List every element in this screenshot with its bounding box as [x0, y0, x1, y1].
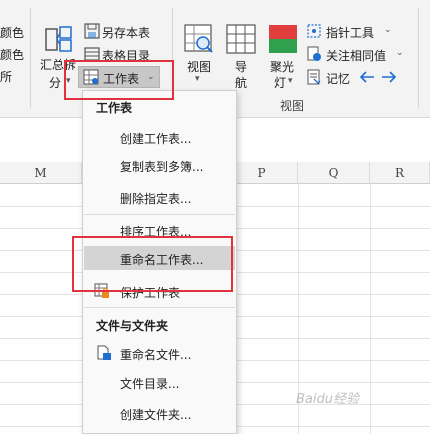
memory-button[interactable]: 记忆	[306, 68, 354, 88]
nav-icon	[226, 24, 256, 54]
chevron-down-icon: ⌄	[396, 48, 404, 58]
ribbon-left-label-2: 颜色	[0, 48, 25, 62]
memory-icon	[307, 69, 321, 85]
menu-separator	[84, 307, 235, 308]
menu-item-rename-files[interactable]: 重命名文件...	[84, 341, 235, 365]
menu-item-delete-sheets[interactable]: 删除指定表...	[84, 185, 235, 209]
highlight-box-rename-worksheet	[72, 236, 233, 292]
menu-item-create-folder[interactable]: 创建文件夹...	[84, 401, 235, 425]
spotlight-icon	[269, 25, 297, 53]
summary-split-icon	[45, 26, 72, 52]
nav-button[interactable]: 导 航	[224, 22, 258, 90]
spotlight-button[interactable]: 聚光 灯 ▾	[266, 22, 300, 90]
chevron-down-icon: ▾	[195, 74, 200, 84]
arrow-right-icon[interactable]	[380, 69, 398, 85]
menu-item-label: 复制表到多簿...	[120, 160, 204, 174]
menu-item-label: 创建文件夹...	[120, 408, 192, 422]
arrow-left-icon[interactable]	[358, 69, 376, 85]
view-button-label: 视图	[187, 60, 212, 74]
nav-label-top: 导	[235, 60, 248, 74]
view-button[interactable]: 视图 ▾	[182, 22, 216, 86]
save-sheet-button[interactable]: 另存本表	[84, 22, 158, 42]
menu-section-title-worksheet: 工作表	[96, 101, 133, 115]
save-sheet-icon	[84, 23, 100, 39]
menu-item-create-worksheet[interactable]: 创建工作表...	[84, 125, 235, 149]
summary-split-label-bottom: 分	[49, 76, 62, 90]
menu-item-copy-to-workbooks[interactable]: 复制表到多簿...	[84, 153, 235, 177]
menu-item-label: 重命名文件...	[120, 348, 192, 362]
save-sheet-label: 另存本表	[102, 26, 151, 40]
menu-item-label: 创建工作表...	[120, 132, 192, 146]
menu-section-title-files: 文件与文件夹	[96, 319, 169, 333]
ribbon-left-label-3: 所	[0, 70, 13, 84]
nav-label-bottom: 航	[235, 76, 248, 90]
menu-separator	[84, 214, 235, 215]
pointer-tool-label: 指针工具	[326, 26, 375, 40]
column-header-r[interactable]: R	[370, 162, 430, 184]
spotlight-label-top: 聚光	[270, 60, 295, 74]
menu-item-label: 删除指定表...	[120, 192, 192, 206]
highlight-box-worksheet-button	[64, 60, 174, 100]
column-header-m[interactable]: M	[0, 162, 82, 184]
watch-same-value-button[interactable]: 关注相同值 ⌄	[306, 45, 406, 65]
watermark: Baidu经验	[296, 392, 359, 407]
pointer-tool-button[interactable]: 指针工具 ⌄	[306, 22, 396, 42]
watch-same-value-icon	[307, 46, 321, 61]
view-group-label: 视图	[280, 99, 305, 113]
ribbon-separator	[418, 8, 419, 108]
column-header-q[interactable]: Q	[298, 162, 370, 184]
pointer-tool-icon	[307, 24, 321, 38]
chevron-down-icon: ⌄	[384, 25, 392, 35]
ribbon-separator	[30, 8, 31, 108]
spotlight-label-bottom: 灯	[274, 76, 287, 90]
ribbon-left-label-1: 颜色	[0, 26, 25, 40]
watch-same-value-label: 关注相同值	[326, 49, 387, 63]
menu-item-label: 文件目录...	[120, 377, 180, 391]
column-gridline	[370, 184, 371, 434]
menu-item-file-directory[interactable]: 文件目录...	[84, 370, 235, 394]
rename-file-icon	[97, 345, 111, 360]
view-icon	[184, 24, 213, 53]
chevron-down-icon: ▾	[288, 76, 293, 86]
memory-label: 记忆	[326, 72, 351, 86]
